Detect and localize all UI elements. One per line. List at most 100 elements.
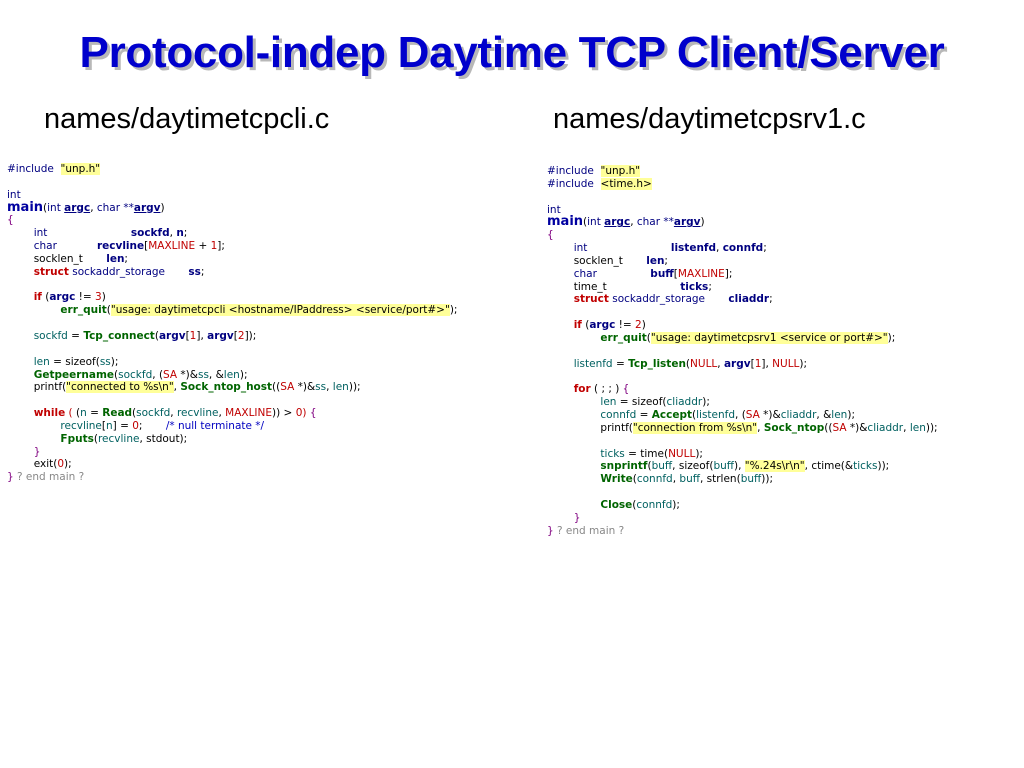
code-token: , — [90, 201, 97, 214]
code-token: ss — [188, 265, 201, 278]
code-token: , ( — [152, 368, 164, 381]
code-token: ( — [72, 407, 81, 420]
code-token: { — [309, 407, 317, 420]
code-line: } ? end main ? — [547, 525, 938, 538]
code-token: , strlen( — [699, 473, 741, 486]
code-token: ss — [315, 381, 327, 394]
code-line: int sockfd, n; — [7, 227, 457, 240]
code-line: printf("connected to %s\n", Sock_ntop_ho… — [7, 381, 457, 394]
code-token: err_quit — [600, 331, 647, 344]
code-token: ); — [702, 396, 710, 409]
code-token: ); — [847, 409, 855, 422]
code-line: { — [7, 214, 457, 227]
code-token: for — [573, 383, 591, 396]
code-token: { — [622, 383, 630, 396]
code-line: err_quit("usage: daytimetcpsrv1 <service… — [547, 331, 938, 345]
code-token: argv — [133, 201, 161, 214]
code-token: struct — [33, 265, 69, 278]
code-token: ; — [708, 280, 712, 293]
code-token: len — [106, 252, 125, 265]
code-line: listenfd = Tcp_listen(NULL, argv[1], NUL… — [547, 358, 938, 371]
code-token: 0 — [57, 458, 65, 471]
code-token: snprintf — [600, 460, 648, 473]
code-line: time_t ticks; — [547, 281, 938, 294]
code-token: ); — [695, 447, 703, 460]
code-token: ; — [763, 242, 767, 255]
code-token: SA — [280, 381, 295, 394]
code-token: Close — [600, 498, 633, 511]
code-token: cliaddr — [666, 396, 703, 409]
code-token: ); — [449, 304, 458, 317]
code-line: socklen_t len; — [547, 255, 938, 268]
code-token: while — [33, 407, 66, 420]
code-token: Fputs — [60, 432, 94, 445]
code-token: int — [573, 242, 588, 255]
code-token: #include — [547, 165, 601, 177]
code-token: cliaddr — [780, 409, 817, 422]
code-token: argc — [64, 201, 91, 214]
code-token: NULL — [668, 447, 696, 460]
code-token: ? end main ? — [13, 471, 85, 484]
code-token: , — [326, 381, 333, 394]
code-token: MAXLINE — [225, 407, 273, 420]
code-token: ); — [239, 368, 248, 381]
code-token: n — [106, 419, 113, 432]
code-token: printf( — [7, 381, 67, 394]
code-line: Fputs(recvline, stdout); — [7, 433, 457, 446]
code-token: socklen_t — [573, 254, 647, 267]
code-line: exit(0); — [7, 458, 457, 471]
code-token: ) — [101, 291, 106, 304]
code-token: int — [33, 227, 48, 240]
code-line: err_quit("usage: daytimetcpcli <hostname… — [7, 304, 457, 317]
code-token: #include — [547, 177, 601, 190]
code-token: connfd — [600, 409, 637, 422]
code-token: sockfd — [118, 368, 153, 381]
code-token: ); — [110, 355, 119, 368]
code-token: = — [67, 329, 84, 342]
code-token: NULL — [690, 357, 718, 370]
code-token: recvline — [176, 407, 219, 420]
code-token: = sizeof( — [49, 355, 100, 368]
code-token: Read — [102, 407, 133, 420]
code-token: (( — [272, 381, 281, 394]
code-line: struct sockaddr_storage cliaddr; — [547, 293, 938, 306]
code-token: , ctime(& — [804, 460, 854, 473]
code-token: "connection from %s\n" — [632, 421, 758, 434]
code-token: *)& — [177, 368, 198, 381]
code-token: char ** — [636, 216, 674, 229]
code-line: main(int argc, char **argv) — [7, 201, 457, 215]
code-token: = — [612, 357, 629, 370]
code-token: , & — [208, 368, 224, 381]
code-token: { — [547, 229, 554, 242]
code-token: ; — [124, 252, 128, 265]
code-token: printf( — [547, 421, 633, 434]
code-token: = time( — [624, 447, 669, 460]
code-token: "unp.h" — [600, 165, 641, 177]
code-token: )); — [348, 381, 361, 394]
code-token: n — [80, 407, 87, 420]
code-token: = — [86, 407, 103, 420]
code-token: Tcp_listen — [628, 357, 686, 370]
code-token: )); — [925, 421, 938, 434]
code-token: len — [909, 421, 926, 434]
code-token: cliaddr — [728, 293, 770, 306]
code-token: len — [646, 254, 665, 267]
code-token: ); — [672, 498, 680, 511]
code-token: ); — [799, 357, 808, 370]
code-token: ), — [734, 460, 745, 473]
server-filename: names/daytimetcpsrv1.c — [553, 103, 866, 135]
code-token: } — [33, 445, 41, 458]
